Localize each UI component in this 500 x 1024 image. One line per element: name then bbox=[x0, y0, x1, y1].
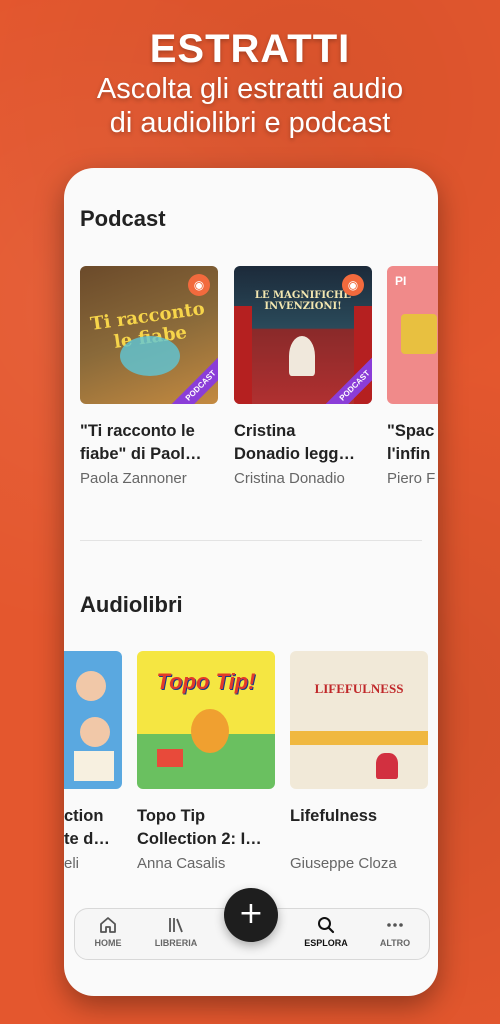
nav-explore[interactable]: ESPLORA bbox=[296, 915, 356, 948]
cover-illustration bbox=[120, 336, 180, 376]
dancer-illustration bbox=[289, 336, 315, 376]
podcast-card[interactable]: Ti racconto le fiabe ◉ PODCAST "Ti racco… bbox=[80, 266, 218, 487]
podcast-badge-icon: ◉ bbox=[188, 274, 210, 296]
audiobook-card[interactable]: Topo Tip! Topo Tip Collection 2: I… Anna… bbox=[137, 651, 275, 872]
audiobook-card[interactable]: LIFEFULNESS Lifefulness Giuseppe Cloza bbox=[290, 651, 428, 872]
audiobook-section-title: Audiolibri bbox=[80, 592, 183, 617]
card-title: Lifefulness bbox=[290, 807, 378, 825]
card-author: Anna Casalis bbox=[137, 855, 226, 872]
card-author: Piero F bbox=[387, 470, 436, 487]
home-icon bbox=[100, 917, 116, 933]
cover-illustration bbox=[376, 753, 398, 779]
cover-illustration bbox=[74, 751, 114, 781]
podcast-card[interactable]: LE MAGNIFICHE INVENZIONI! ◉ PODCAST Cris… bbox=[234, 266, 372, 487]
card-title: "Spac l'infin bbox=[387, 422, 435, 463]
audiobook-cover[interactable]: LIFEFULNESS bbox=[290, 651, 428, 789]
audiobook-card[interactable]: ction te d… eli bbox=[64, 651, 122, 872]
cover-title-text: PI bbox=[395, 274, 407, 288]
cover-illustration bbox=[80, 717, 110, 747]
nav-library-label: LIBRERIA bbox=[154, 938, 198, 948]
podcast-card[interactable]: PI "Spac l'infin Piero F bbox=[387, 266, 438, 487]
library-icon bbox=[169, 918, 183, 933]
card-author: eli bbox=[64, 855, 80, 872]
nav-more[interactable]: ALTRO bbox=[365, 915, 425, 948]
card-title: "Ti racconto le fiabe" di Paol… bbox=[80, 422, 202, 463]
cover-illustration bbox=[401, 314, 437, 354]
podcast-cover[interactable]: Ti racconto le fiabe ◉ PODCAST bbox=[80, 266, 218, 404]
cover-illustration bbox=[191, 709, 229, 753]
podcast-carousel[interactable]: Ti racconto le fiabe ◉ PODCAST "Ti racco… bbox=[64, 266, 438, 516]
audiobook-cover[interactable]: Topo Tip! bbox=[137, 651, 275, 789]
podcast-cover[interactable]: LE MAGNIFICHE INVENZIONI! ◉ PODCAST bbox=[234, 266, 372, 404]
promo-header: ESTRATTI Ascolta gli estratti audio di a… bbox=[0, 26, 500, 140]
section-divider bbox=[80, 540, 422, 541]
card-author: Paola Zannoner bbox=[80, 470, 187, 487]
nav-home-label: HOME bbox=[94, 938, 122, 948]
curtain-left bbox=[234, 306, 252, 404]
card-title: Topo Tip Collection 2: I… bbox=[137, 807, 262, 848]
cover-title-text: LIFEFULNESS bbox=[314, 681, 404, 696]
cover-title-text: Topo Tip! bbox=[156, 669, 256, 694]
card-title: ction te d… bbox=[64, 807, 110, 848]
promo-title: ESTRATTI bbox=[149, 27, 351, 71]
podcast-section-title: Podcast bbox=[80, 206, 166, 231]
more-icon bbox=[387, 923, 403, 927]
podcast-cover[interactable]: PI bbox=[387, 266, 438, 404]
add-button[interactable]: + bbox=[224, 888, 278, 942]
card-author: Giuseppe Cloza bbox=[290, 855, 397, 872]
nav-library[interactable]: LIBRERIA bbox=[146, 915, 206, 948]
cover-illustration bbox=[157, 749, 183, 767]
card-title: Cristina Donadio legg… bbox=[234, 422, 355, 463]
cover-illustration bbox=[76, 671, 106, 701]
audiobook-cover[interactable] bbox=[64, 651, 122, 789]
promo-subtitle-line1: Ascolta gli estratti audio bbox=[96, 73, 404, 105]
nav-home[interactable]: HOME bbox=[78, 915, 138, 948]
audiobook-carousel[interactable]: ction te d… eli Topo Tip! Topo Tip Colle… bbox=[64, 651, 438, 901]
promo-subtitle-line2: di audiolibri e podcast bbox=[109, 107, 391, 139]
phone-screen: Podcast Ti racconto le fiabe ◉ PODCAST "… bbox=[64, 168, 438, 996]
card-author: Cristina Donadio bbox=[234, 470, 345, 487]
nav-explore-label: ESPLORA bbox=[304, 938, 348, 948]
podcast-badge-icon: ◉ bbox=[342, 274, 364, 296]
nav-more-label: ALTRO bbox=[379, 938, 411, 948]
search-icon bbox=[318, 917, 335, 934]
